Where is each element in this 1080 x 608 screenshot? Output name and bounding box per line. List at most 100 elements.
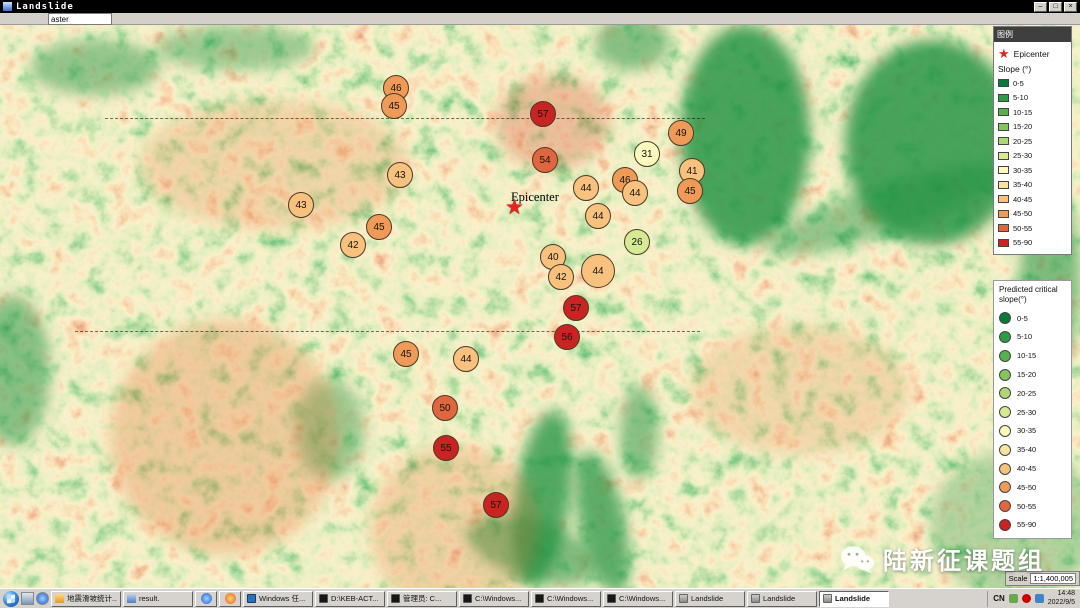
critical-legend-row: 30-35 [999,422,1067,441]
taskbar-button-active[interactable]: Landslide [819,591,889,607]
slope-color-swatch [998,224,1009,232]
cmd-icon [535,594,544,603]
epicenter-legend-row: ★ Epicenter [998,45,1067,62]
taskbar-button[interactable] [219,591,241,607]
taskbar-button[interactable]: D:\KEB-ACT... [315,591,385,607]
language-indicator[interactable]: CN [993,594,1005,603]
taskbar-button[interactable]: C:\Windows... [531,591,601,607]
minimize-button[interactable]: – [1034,2,1047,12]
tray-icon[interactable] [1022,594,1031,603]
maximize-button[interactable]: □ [1049,2,1062,12]
landslide-icon [679,594,688,603]
taskbar-button[interactable]: 地震滑坡统计... [51,591,121,607]
taskbar-button-label: D:\KEB-ACT... [331,594,379,603]
slope-color-swatch [998,137,1009,145]
terrain-patch [680,25,810,245]
slope-legend-row: 5-10 [998,91,1067,106]
slope-point[interactable]: 44 [585,203,611,229]
slope-point[interactable]: 45 [366,214,392,240]
task-button-strip: 地震滑坡统计... result. Windows 任... D:\KEB-ACT..… [51,591,889,607]
legend-panel-title: 图例 [994,27,1071,42]
slope-point[interactable]: 57 [530,101,556,127]
epicenter-legend-icon: ★ [998,47,1010,60]
epicenter-legend-label: Epicenter [1014,49,1050,59]
slope-color-swatch [998,94,1009,102]
taskbar-button[interactable]: result. [123,591,193,607]
slope-class-label: 20-25 [1013,137,1032,146]
taskbar-button[interactable] [195,591,217,607]
app-window: Landslide – □ × [0,0,1080,608]
slope-point[interactable]: 42 [548,264,574,290]
slope-legend-row: 35-40 [998,178,1067,193]
critical-legend-row: 40-45 [999,459,1067,478]
slope-point[interactable]: 44 [453,346,479,372]
critical-color-dot [999,500,1011,512]
slope-point[interactable]: 50 [432,395,458,421]
slope-point[interactable]: 45 [393,341,419,367]
close-button[interactable]: × [1064,2,1077,12]
critical-class-label: 50-55 [1017,502,1036,511]
slope-point[interactable]: 31 [634,141,660,167]
slope-point[interactable]: 45 [381,93,407,119]
firefox-icon [225,593,236,604]
critical-color-dot [999,387,1011,399]
terrain-patch [140,100,410,230]
quick-launch-icon[interactable] [21,592,34,605]
slope-point[interactable]: 54 [532,147,558,173]
clock[interactable]: 14:48 2022/9/5 [1048,590,1075,607]
slope-point[interactable]: 57 [483,492,509,518]
slope-point[interactable]: 43 [288,192,314,218]
slope-color-swatch [998,166,1009,174]
app-icon [3,2,12,11]
critical-class-label: 15-20 [1017,370,1036,379]
slope-point[interactable]: 43 [387,162,413,188]
slope-point[interactable]: 49 [668,120,694,146]
slope-legend-row: 55-90 [998,236,1067,251]
epicenter-star-icon: ★ [505,197,524,218]
slope-legend-row: 30-35 [998,163,1067,178]
slope-point[interactable]: 44 [581,254,615,288]
critical-color-dot [999,519,1011,531]
taskbar-button[interactable]: C:\Windows... [459,591,529,607]
slope-point[interactable]: 57 [563,295,589,321]
slope-point[interactable]: 44 [573,175,599,201]
layer-name-input[interactable] [48,13,112,25]
start-button[interactable] [3,591,19,607]
tray-icon[interactable] [1009,594,1018,603]
slope-point[interactable]: 42 [340,232,366,258]
slope-class-label: 25-30 [1013,151,1032,160]
slope-point[interactable]: 45 [677,178,703,204]
map-canvas[interactable]: Epicenter ★ 图例 ★ Epicenter Slope (°) 0-5… [0,25,1080,588]
taskbar-button-label: C:\Windows... [475,594,521,603]
critical-class-label: 10-15 [1017,351,1036,360]
critical-class-label: 55-90 [1017,520,1036,529]
taskbar-button[interactable]: C:\Windows... [603,591,673,607]
slope-point[interactable]: 56 [554,324,580,350]
critical-slope-title: Predicted critical slope(°) [999,285,1067,306]
browser-quick-launch-icon[interactable] [36,592,49,605]
taskbar-button[interactable]: Landslide [675,591,745,607]
taskbar-button[interactable]: Windows 任... [243,591,313,607]
legend-panel: 图例 ★ Epicenter Slope (°) 0-55-1010-1515-… [993,26,1072,255]
taskbar-button[interactable]: 管理员: C... [387,591,457,607]
critical-legend-row: 35-40 [999,440,1067,459]
critical-color-dot [999,350,1011,362]
slope-legend-rows: 0-55-1010-1515-2020-2525-3030-3535-4040-… [998,76,1067,250]
slope-point[interactable]: 44 [622,180,648,206]
critical-class-label: 5-10 [1017,332,1032,341]
toolbar [0,13,1080,25]
slope-legend-row: 45-50 [998,207,1067,222]
clock-date: 2022/9/5 [1048,599,1075,607]
slope-point[interactable]: 26 [624,229,650,255]
clock-time: 14:48 [1048,590,1075,598]
taskbar-button-label: 地震滑坡统计... [67,593,117,604]
critical-legend-row: 0-5 [999,309,1067,328]
critical-color-dot [999,481,1011,493]
critical-legend-row: 15-20 [999,365,1067,384]
taskbar-button[interactable]: Landslide [747,591,817,607]
critical-color-dot [999,312,1011,324]
slope-point[interactable]: 55 [433,435,459,461]
critical-color-dot [999,406,1011,418]
critical-class-label: 25-30 [1017,408,1036,417]
tray-icon[interactable] [1035,594,1044,603]
